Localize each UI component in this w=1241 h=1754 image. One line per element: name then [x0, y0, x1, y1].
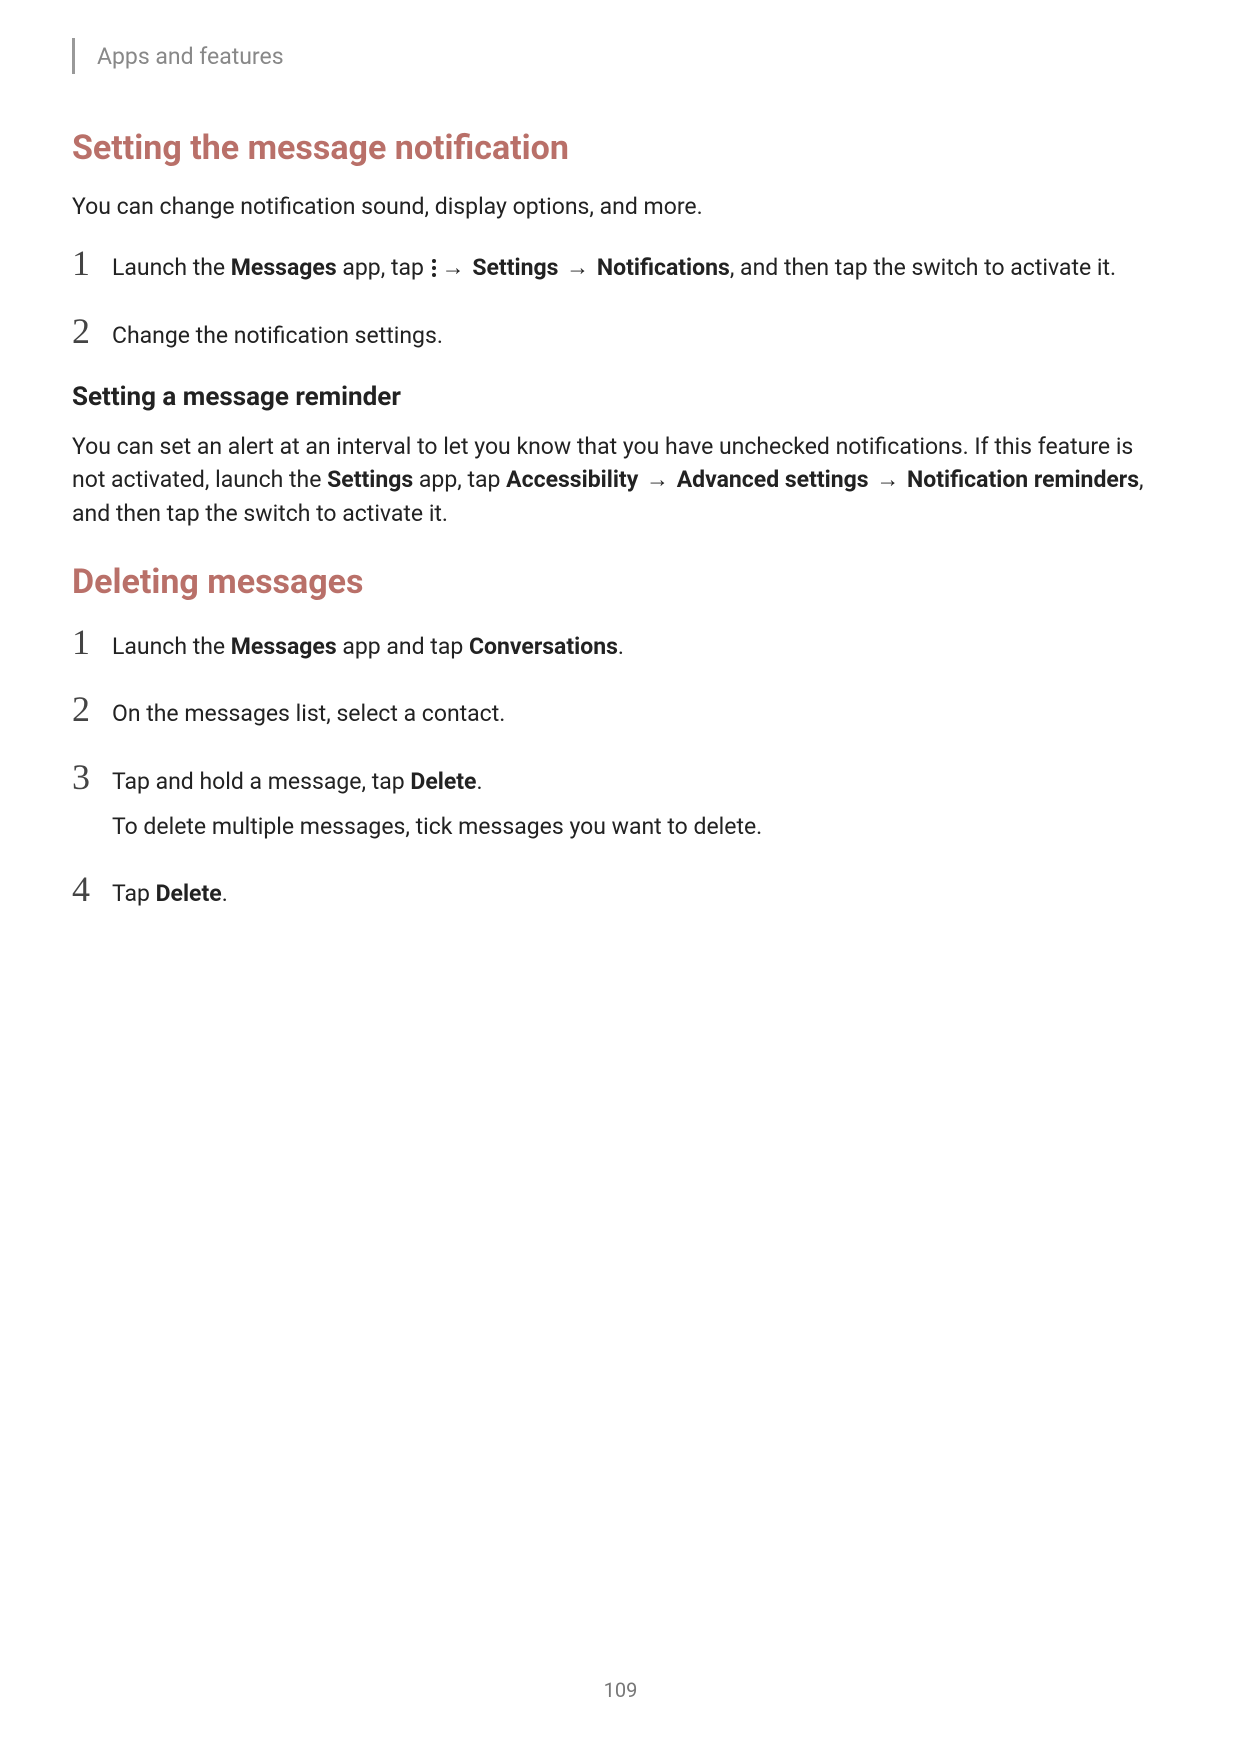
arrow-icon: →	[874, 466, 901, 493]
section-deleting: Deleting messages 1 Launch the Messages …	[72, 562, 1169, 911]
bold-text: Notification reminders	[907, 466, 1139, 493]
step-item: 1 Launch the Messages app, tap → Setting…	[72, 245, 1169, 284]
step-number: 2	[72, 691, 106, 727]
text: , and then tap the switch to activate it…	[730, 254, 1116, 281]
text: .	[618, 633, 624, 660]
step-item: 2 Change the notification settings.	[72, 313, 1169, 352]
page-number: 109	[0, 1678, 1241, 1702]
text: app, tap	[337, 254, 430, 281]
text: Launch the	[112, 633, 231, 660]
step-item: 4 Tap Delete.	[72, 871, 1169, 910]
step-content: Tap and hold a message, tap Delete. To d…	[112, 759, 762, 844]
step-number: 1	[72, 624, 106, 660]
steps-deleting: 1 Launch the Messages app and tap Conver…	[72, 624, 1169, 911]
sub-text: To delete multiple messages, tick messag…	[112, 810, 762, 843]
intro-text: You can change notification sound, displ…	[72, 190, 1169, 223]
text: Launch the	[112, 254, 231, 281]
step-number: 3	[72, 759, 106, 795]
text: Tap	[112, 880, 156, 907]
section-notification: Setting the message notification You can…	[72, 128, 1169, 530]
arrow-icon: →	[564, 254, 591, 281]
step-content: Launch the Messages app, tap → Settings …	[112, 245, 1116, 284]
bold-text: Delete	[410, 768, 476, 795]
bold-text: Advanced settings	[677, 466, 869, 493]
bold-text: Accessibility	[506, 466, 638, 493]
step-item: 3 Tap and hold a message, tap Delete. To…	[72, 759, 1169, 844]
step-item: 2 On the messages list, select a contact…	[72, 691, 1169, 730]
step-content: On the messages list, select a contact.	[112, 691, 505, 730]
step-content: Tap Delete.	[112, 871, 228, 910]
arrow-icon: →	[440, 254, 467, 281]
bold-text: Settings	[472, 254, 558, 281]
bold-text: Messages	[231, 633, 337, 660]
bold-text: Conversations	[469, 633, 618, 660]
steps-notification: 1 Launch the Messages app, tap → Setting…	[72, 245, 1169, 352]
step-content: Change the notification settings.	[112, 313, 443, 352]
step-number: 4	[72, 871, 106, 907]
text: Tap and hold a message, tap	[112, 768, 410, 795]
heading-deleting: Deleting messages	[72, 562, 1169, 602]
step-item: 1 Launch the Messages app and tap Conver…	[72, 624, 1169, 663]
step-number: 1	[72, 245, 106, 281]
subheading-reminder: Setting a message reminder	[72, 382, 1169, 412]
page-header: Apps and features	[72, 38, 1169, 74]
bold-text: Delete	[156, 880, 222, 907]
arrow-icon: →	[644, 466, 671, 493]
bold-text: Settings	[327, 466, 413, 493]
text: .	[222, 880, 228, 907]
step-content: Launch the Messages app and tap Conversa…	[112, 624, 624, 663]
bold-text: Messages	[231, 254, 337, 281]
text: app and tap	[337, 633, 469, 660]
more-options-icon	[432, 259, 436, 277]
heading-notification: Setting the message notification	[72, 128, 1169, 168]
text: app, tap	[413, 466, 506, 493]
step-number: 2	[72, 313, 106, 349]
bold-text: Notifications	[597, 254, 730, 281]
header-bar-icon	[72, 38, 75, 74]
breadcrumb: Apps and features	[97, 43, 284, 70]
text: .	[476, 768, 482, 795]
reminder-paragraph: You can set an alert at an interval to l…	[72, 430, 1169, 530]
